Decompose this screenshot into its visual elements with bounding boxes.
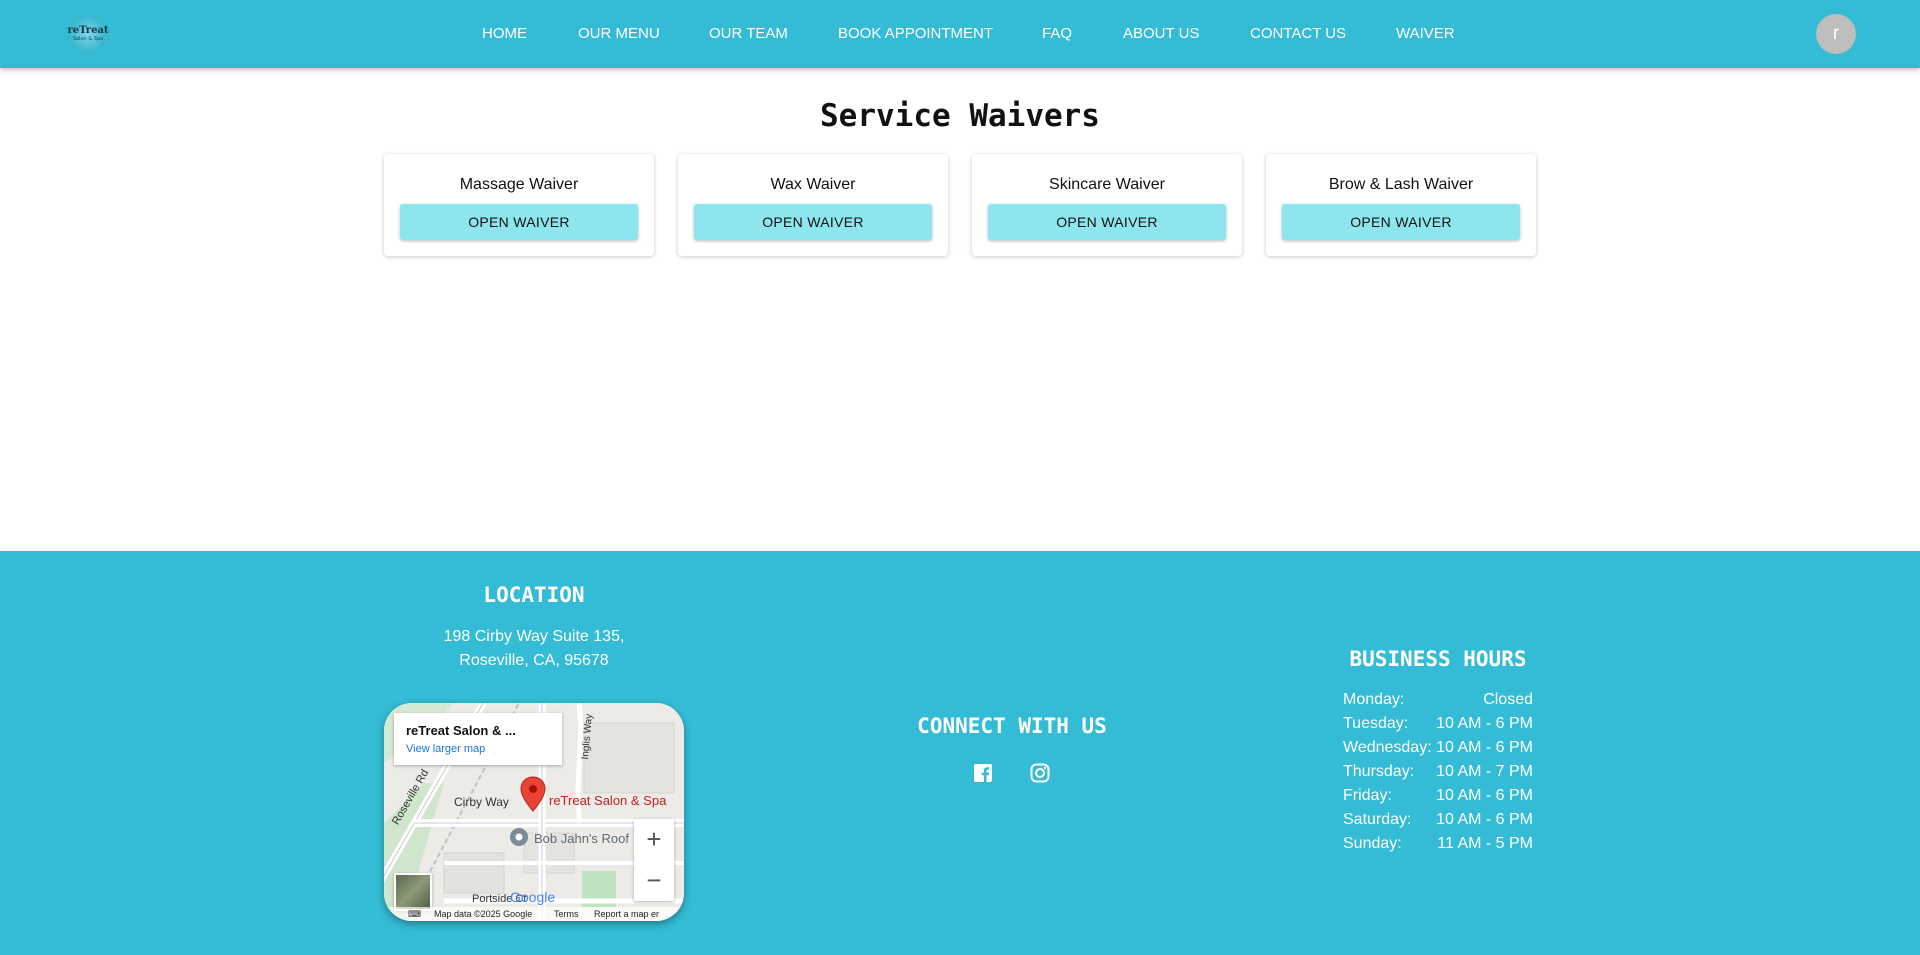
hours-day: Wednesday:	[1343, 739, 1432, 756]
address-line-1: 198 Cirby Way Suite 135,	[443, 628, 625, 645]
logo-tagline: Salon & Spa	[72, 36, 104, 42]
embedded-map[interactable]: reTreat Salon & ... View larger map reTr…	[384, 703, 684, 921]
hours-row: Wednesday: 10 AM - 6 PM	[1343, 739, 1533, 763]
open-waiver-button-wax[interactable]: OPEN WAIVER	[694, 204, 932, 240]
keyboard-icon[interactable]: ⌨	[408, 909, 421, 920]
location-heading: LOCATION	[483, 583, 585, 607]
logo-wordmark: reTreat	[67, 25, 109, 36]
site-footer: LOCATION 198 Cirby Way Suite 135, Rosevi…	[0, 551, 1920, 955]
map-zoom-in-button[interactable]: +	[634, 819, 674, 860]
hours-row: Monday: Closed	[1343, 691, 1533, 715]
nav-home[interactable]: HOME	[482, 25, 527, 43]
brand-logo[interactable]: reTreat Salon & Spa	[64, 14, 112, 54]
hours-day: Friday:	[1343, 787, 1392, 804]
map-poi-label: Bob Jahn's Roof	[534, 831, 629, 846]
hours-row: Saturday: 10 AM - 6 PM	[1343, 811, 1533, 835]
hours-time: 10 AM - 7 PM	[1436, 763, 1533, 780]
address-line-2: Roseville, CA, 95678	[459, 652, 609, 669]
map-pin-label: reTreat Salon & Spa	[549, 793, 667, 808]
hours-day: Monday:	[1343, 691, 1405, 708]
waiver-card-massage: Massage Waiver OPEN WAIVER	[384, 154, 654, 256]
map-zoom-control: + −	[634, 819, 674, 901]
waiver-card-skincare: Skincare Waiver OPEN WAIVER	[972, 154, 1242, 256]
nav-our-team[interactable]: OUR TEAM	[709, 25, 788, 43]
hours-day: Tuesday:	[1343, 715, 1409, 732]
hours-day: Saturday:	[1343, 811, 1412, 828]
hours-row: Friday: 10 AM - 6 PM	[1343, 787, 1533, 811]
instagram-glyph	[1030, 763, 1050, 783]
open-waiver-button-skincare[interactable]: OPEN WAIVER	[988, 204, 1226, 240]
nav-waiver[interactable]: WAIVER	[1396, 25, 1455, 43]
hours-day: Thursday:	[1343, 763, 1415, 780]
google-logo: Google	[510, 889, 556, 905]
top-navbar: reTreat Salon & Spa HOME OUR MENU OUR TE…	[0, 0, 1920, 68]
hours-row: Thursday: 10 AM - 7 PM	[1343, 763, 1533, 787]
hours-time: 10 AM - 6 PM	[1436, 811, 1533, 828]
nav-contact-us[interactable]: CONTACT US	[1250, 25, 1346, 43]
waiver-card-title: Brow & Lash Waiver	[1328, 176, 1474, 193]
waiver-card-title: Skincare Waiver	[1049, 176, 1165, 193]
map-satellite-toggle[interactable]	[394, 873, 432, 911]
hours-row: Tuesday: 10 AM - 6 PM	[1343, 715, 1533, 739]
nav-faq[interactable]: FAQ	[1042, 25, 1072, 43]
open-waiver-button-massage[interactable]: OPEN WAIVER	[400, 204, 638, 240]
hours-time: 10 AM - 6 PM	[1436, 787, 1533, 804]
waiver-card-wax: Wax Waiver OPEN WAIVER	[678, 154, 948, 256]
map-terms-link[interactable]: Terms	[554, 909, 579, 919]
facebook-icon[interactable]	[973, 763, 993, 783]
map-zoom-out-button[interactable]: −	[634, 860, 674, 901]
hours-time: 10 AM - 6 PM	[1436, 739, 1533, 756]
map-report-link[interactable]: Report a map er	[594, 909, 659, 919]
connect-heading: CONNECT WITH US	[917, 714, 1107, 738]
user-avatar[interactable]: r	[1816, 14, 1856, 54]
hours-row: Sunday: 11 AM - 5 PM	[1343, 835, 1533, 859]
hours-day: Sunday:	[1343, 835, 1402, 852]
view-larger-map-link[interactable]: View larger map	[406, 743, 485, 755]
address: 198 Cirby Way Suite 135, Roseville, CA, …	[384, 625, 684, 673]
waiver-card-title: Massage Waiver	[459, 176, 579, 193]
map-place-card: reTreat Salon & ... View larger map	[394, 713, 562, 765]
map-street-cirby: Cirby Way	[454, 795, 509, 809]
waiver-card-title: Wax Waiver	[770, 176, 856, 193]
hours-time: 11 AM - 5 PM	[1437, 835, 1533, 852]
nav-book-appointment[interactable]: BOOK APPOINTMENT	[838, 25, 993, 43]
open-waiver-button-brow-lash[interactable]: OPEN WAIVER	[1282, 204, 1520, 240]
instagram-icon[interactable]	[1030, 763, 1050, 783]
nav-about-us[interactable]: ABOUT US	[1123, 25, 1199, 43]
page-title: Service Waivers	[820, 98, 1100, 134]
hours-time: 10 AM - 6 PM	[1436, 715, 1533, 732]
nav-our-menu[interactable]: OUR MENU	[578, 25, 660, 43]
facebook-glyph	[974, 764, 992, 782]
hours-time: Closed	[1483, 691, 1533, 708]
map-place-name: reTreat Salon & ...	[406, 723, 516, 738]
map-attribution-bar: ⌨ Map data ©2025 Google Terms Report a m…	[384, 907, 684, 921]
business-hours-table: Monday: Closed Tuesday: 10 AM - 6 PM Wed…	[1343, 691, 1533, 859]
hours-heading: BUSINESS HOURS	[1349, 647, 1527, 671]
waiver-card-brow-lash: Brow & Lash Waiver OPEN WAIVER	[1266, 154, 1536, 256]
map-attribution: Map data ©2025 Google	[434, 909, 533, 919]
